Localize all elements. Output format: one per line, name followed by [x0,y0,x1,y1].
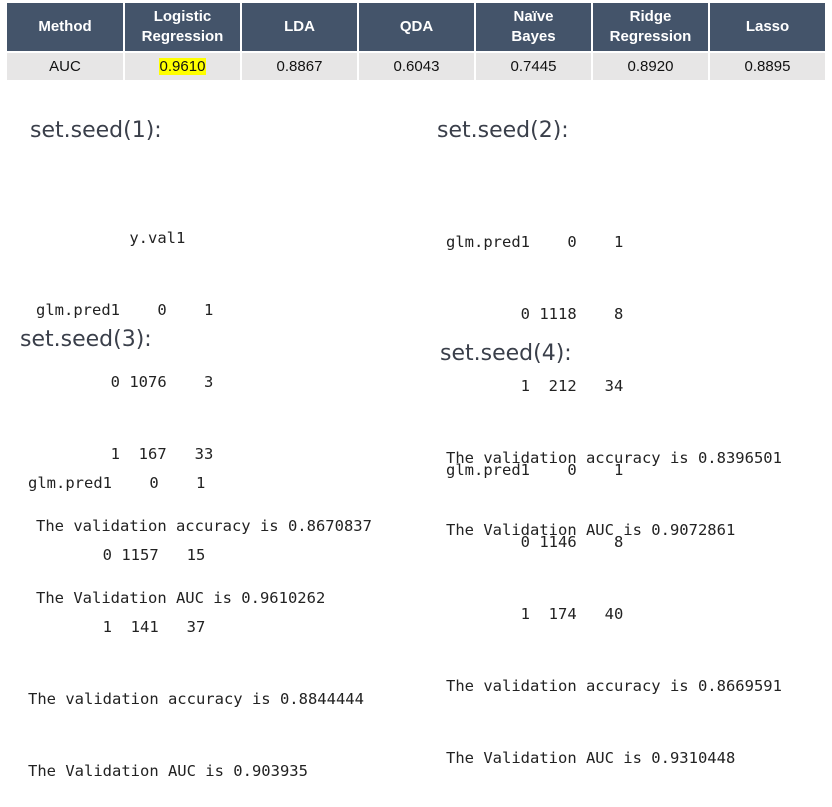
output-line: y.val1 [36,229,186,247]
header-qda: QDA [358,3,476,52]
output-line: The validation accuracy is 0.8669591 [446,677,782,695]
output-line: 1 174 40 [446,605,624,623]
output-line: 0 1118 8 [446,305,624,323]
highlighted-value: 0.9610 [158,58,207,75]
output-line: glm.pred1 0 1 [446,233,624,251]
row-label-auc: AUC [7,51,125,80]
auc-logistic-regression: 0.9610 [124,51,242,80]
output-line: The Validation AUC is 0.9310448 [446,749,736,767]
output-line: 1 141 37 [28,618,206,636]
output-line: 0 1146 8 [446,533,624,551]
output-line: The Validation AUC is 0.903935 [28,762,308,780]
seed-4-title: set.seed(4): [440,341,572,366]
header-lasso: Lasso [709,3,825,52]
output-line: glm.pred1 0 1 [28,474,206,492]
table-row: AUC 0.9610 0.8867 0.6043 0.7445 0.8920 0… [7,51,825,80]
header-line: Regression [141,28,224,45]
auc-naive-bayes: 0.7445 [475,51,593,80]
output-line: glm.pred1 0 1 [446,461,624,479]
header-line: Naïve [513,8,554,25]
seed-3-output: glm.pred1 0 1 0 1157 15 1 141 37 The val… [28,423,364,807]
header-line: Logistic [153,8,212,25]
header-logistic-regression: Logistic Regression [124,3,242,52]
table-header-row: Method Logistic Regression LDA QDA Naïve B… [7,3,825,52]
seed-3-title: set.seed(3): [20,327,152,352]
seed-2-title: set.seed(2): [437,118,569,143]
header-line: Bayes [511,28,556,45]
header-method: Method [7,3,125,52]
output-line: 1 212 34 [446,377,624,395]
auc-qda: 0.6043 [358,51,476,80]
auc-lasso: 0.8895 [709,51,825,80]
auc-lda: 0.8867 [241,51,359,80]
output-line: The validation accuracy is 0.8844444 [28,690,364,708]
auc-ridge-regression: 0.8920 [592,51,710,80]
seed-4-output: glm.pred1 0 1 0 1146 8 1 174 40 The vali… [446,410,782,794]
header-ridge-regression: Ridge Regression [592,3,710,52]
header-line: Regression [609,28,692,45]
output-line: glm.pred1 0 1 [36,301,214,319]
seed-1-title: set.seed(1): [30,118,162,143]
header-lda: LDA [241,3,359,52]
output-line: 0 1076 3 [36,373,214,391]
header-line: Ridge [629,8,672,25]
output-line: 0 1157 15 [28,546,206,564]
auc-comparison-table: Method Logistic Regression LDA QDA Naïve B… [7,3,825,80]
header-naive-bayes: Naïve Bayes [475,3,593,52]
